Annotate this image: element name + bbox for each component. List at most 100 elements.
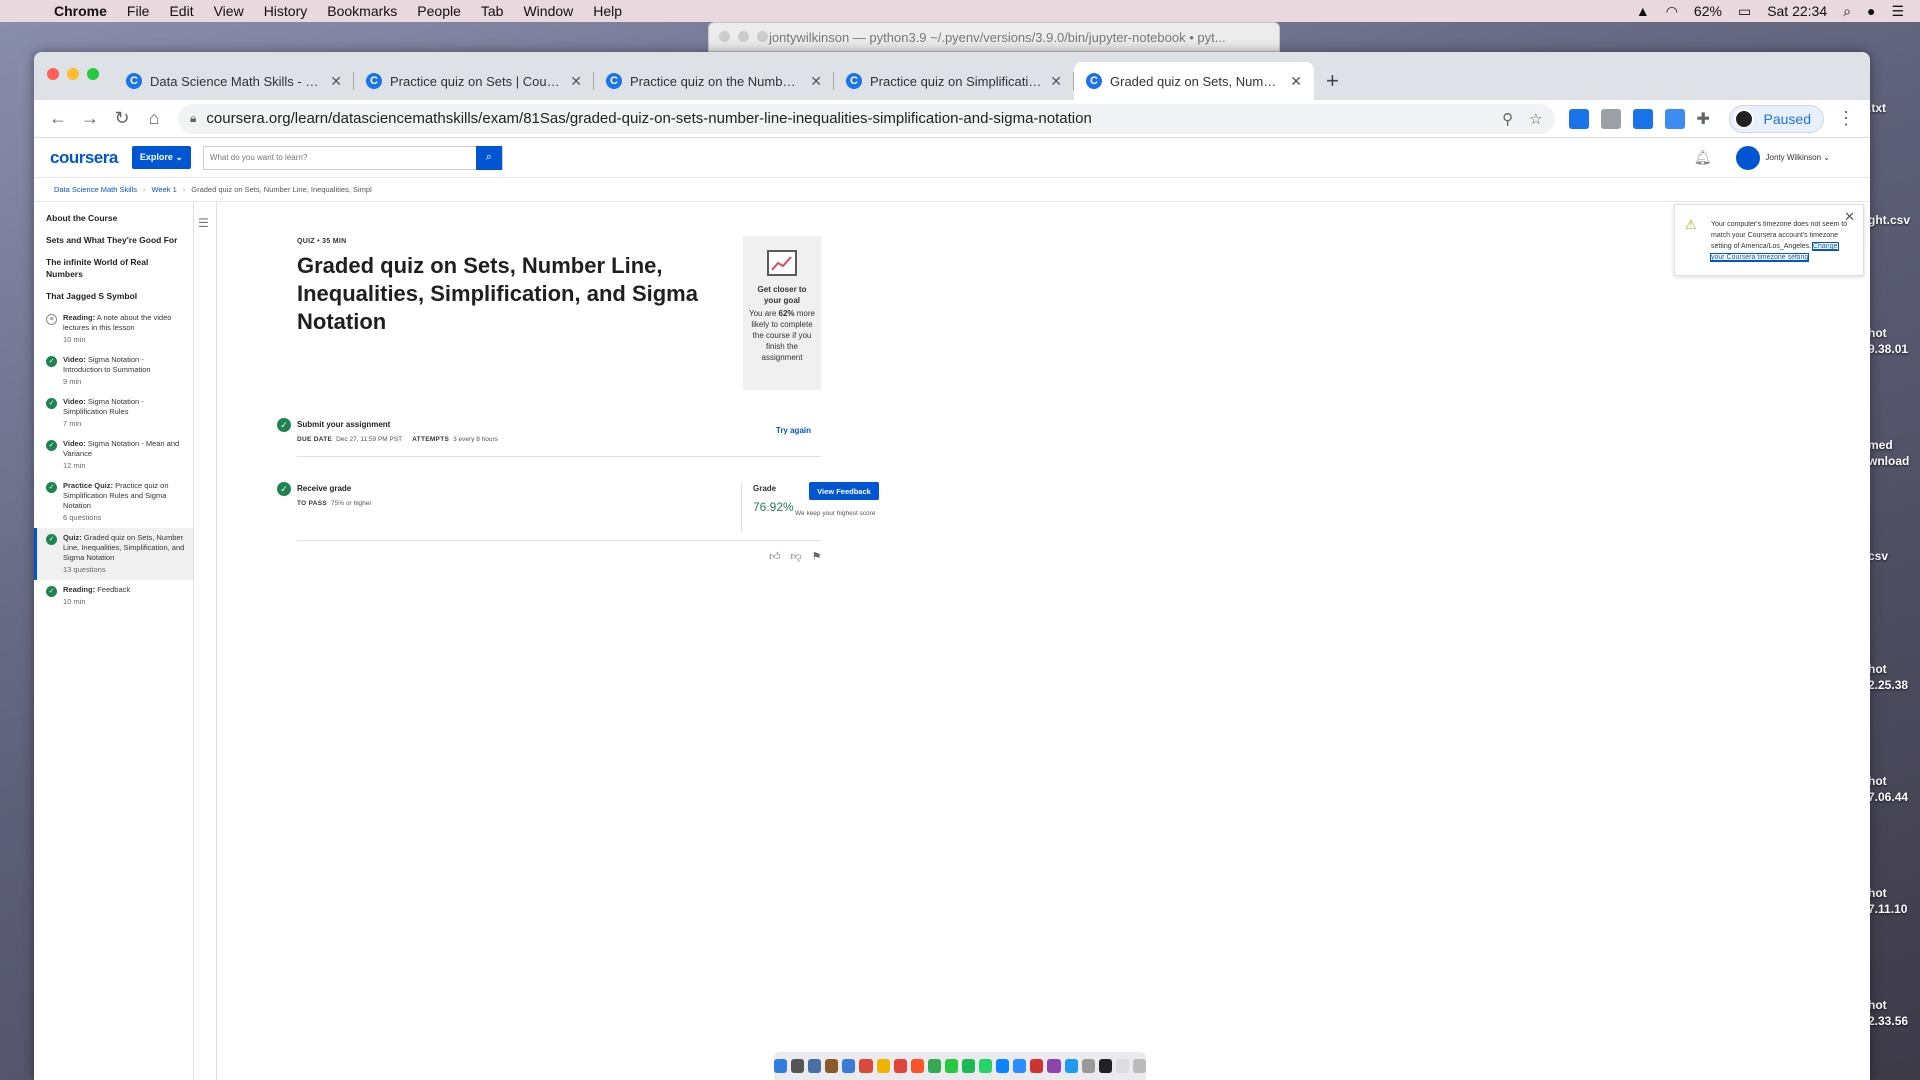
desktop-file[interactable]: hot 7.06.44 (1868, 773, 1920, 805)
close-tab-icon[interactable]: ✕ (810, 73, 822, 90)
desktop-file[interactable]: csv (1868, 548, 1920, 564)
control-center-icon[interactable]: ☰ (1891, 3, 1904, 20)
triangle-status-icon[interactable]: ▲ (1636, 3, 1650, 19)
flag-icon[interactable]: ⚑ (812, 550, 822, 563)
notification-bell-icon[interactable]: 🔔︎ (1694, 149, 1712, 166)
brave-icon[interactable] (910, 1059, 924, 1073)
back-button[interactable]: ← (42, 103, 74, 135)
app-icon[interactable] (1081, 1059, 1095, 1073)
sidebar-item[interactable]: ≡ Reading: A note about the video lectur… (34, 308, 193, 350)
menu-file[interactable]: File (127, 3, 150, 19)
close-window-button[interactable] (47, 68, 59, 80)
close-tab-icon[interactable]: ✕ (330, 73, 342, 90)
profile-button[interactable]: Paused (1728, 104, 1824, 133)
app-icon[interactable] (808, 1059, 822, 1073)
table-of-contents-icon[interactable]: ☰ (198, 216, 209, 230)
menu-history[interactable]: History (264, 3, 308, 19)
wifi-icon[interactable]: ◠ (1666, 3, 1678, 20)
menu-people[interactable]: People (417, 3, 461, 19)
app-icon[interactable] (944, 1059, 958, 1073)
close-tab-icon[interactable]: ✕ (1290, 73, 1302, 90)
menu-tab[interactable]: Tab (481, 3, 504, 19)
extension-icon[interactable] (1632, 108, 1653, 129)
sidebar-item[interactable]: ✓ Video: Sigma Notation - Introduction t… (34, 350, 193, 392)
browser-tab[interactable]: C Practice quiz on the Number Li ✕ (594, 62, 834, 100)
desktop-file[interactable]: .txt (1868, 100, 1920, 116)
lock-icon[interactable]: 🔒︎ (190, 111, 196, 126)
forward-button[interactable]: → (74, 103, 106, 135)
app-icon[interactable] (1047, 1059, 1061, 1073)
address-bar[interactable]: 🔒︎ coursera.org/learn/datasciencemathski… (178, 103, 1555, 134)
battery-percent[interactable]: 62% (1694, 3, 1722, 19)
app-icon[interactable] (859, 1059, 873, 1073)
desktop-file[interactable]: hot 2.33.56 (1868, 997, 1920, 1029)
avatar[interactable] (1735, 145, 1760, 170)
browser-tab[interactable]: C Data Science Math Skills - Wel ✕ (114, 62, 354, 100)
reload-button[interactable]: ↻ (106, 103, 138, 135)
menu-view[interactable]: View (214, 3, 244, 19)
app-icon[interactable] (876, 1059, 890, 1073)
sidebar-item[interactable]: ✓ Practice Quiz: Practice quiz on Simpli… (34, 476, 193, 528)
app-icon[interactable] (996, 1059, 1010, 1073)
chrome-icon[interactable] (927, 1059, 941, 1073)
minimize-window-button[interactable] (67, 68, 79, 80)
browser-tab[interactable]: C Practice quiz on Simplification ✕ (834, 62, 1074, 100)
puzzle-extensions-icon[interactable]: ✚ (1697, 109, 1717, 129)
desktop-file[interactable]: hot 2.25.38 (1868, 661, 1920, 693)
sidebar-item[interactable]: ✓ Video: Sigma Notation - Simplification… (34, 392, 193, 434)
bookmark-star-icon[interactable]: ☆ (1529, 110, 1542, 128)
sidebar-section-about[interactable]: About the Course (34, 202, 193, 224)
menu-help[interactable]: Help (593, 3, 622, 19)
search-icon[interactable]: ⌕ (1843, 3, 1851, 20)
close-tab-icon[interactable]: ✕ (570, 73, 582, 90)
new-tab-button[interactable]: + (1314, 62, 1351, 100)
terminal-icon[interactable] (1098, 1059, 1112, 1073)
search-button[interactable]: ⌕ (475, 145, 502, 170)
search-input[interactable] (203, 146, 476, 169)
thumbs-up-icon[interactable]: 👍︎ (769, 550, 781, 563)
app-icon[interactable] (893, 1059, 907, 1073)
sidebar-item[interactable]: ✓ Reading: Feedback 10 min (34, 580, 193, 612)
view-feedback-button[interactable]: View Feedback (809, 482, 879, 500)
breadcrumb-week[interactable]: Week 1 (151, 185, 176, 194)
sidebar-section-sets[interactable]: Sets and What They're Good For (34, 224, 193, 246)
extension-icon[interactable] (1600, 108, 1621, 129)
chrome-menu-icon[interactable]: ⋮ (1830, 103, 1862, 135)
app-icon[interactable] (842, 1059, 856, 1073)
close-icon[interactable]: ✕ (1844, 210, 1855, 223)
desktop-file[interactable]: hot 7.11.10 (1868, 885, 1920, 917)
spotify-icon[interactable] (962, 1059, 976, 1073)
coursera-logo[interactable]: coursera (50, 148, 118, 168)
close-tab-icon[interactable]: ✕ (1050, 73, 1062, 90)
sidebar-item-current[interactable]: ✓ Quiz: Graded quiz on Sets, Number Line… (34, 528, 193, 580)
app-icon[interactable] (1064, 1059, 1078, 1073)
menu-edit[interactable]: Edit (169, 3, 193, 19)
clock[interactable]: Sat 22:34 (1767, 3, 1827, 19)
url-text[interactable]: coursera.org/learn/datasciencemathskills… (206, 110, 1502, 127)
app-icon[interactable] (1030, 1059, 1044, 1073)
extension-icon[interactable] (1664, 108, 1685, 129)
breadcrumb-course[interactable]: Data Science Math Skills (54, 185, 137, 194)
zoom-icon[interactable]: ⚲ (1502, 110, 1513, 128)
home-button[interactable]: ⌂ (138, 103, 170, 135)
siri-icon[interactable]: ● (1867, 3, 1875, 19)
maximize-window-button[interactable] (87, 68, 99, 80)
extension-icon[interactable] (1568, 108, 1589, 129)
whatsapp-icon[interactable] (979, 1059, 993, 1073)
menu-bookmarks[interactable]: Bookmarks (327, 3, 397, 19)
finder-icon[interactable] (773, 1059, 788, 1073)
browser-tab[interactable]: C Practice quiz on Sets | Coursera ✕ (354, 62, 594, 100)
try-again-link[interactable]: Try again (776, 426, 811, 435)
battery-icon[interactable]: ▭ (1738, 3, 1751, 20)
terminal-window[interactable]: jontywilkinson — python3.9 ~/.pyenv/vers… (708, 22, 1280, 52)
user-menu[interactable]: Jonty Wilkinson ⌄ (1766, 153, 1831, 162)
desktop-file[interactable]: hot 9.38.01 (1868, 325, 1920, 357)
folder-icon[interactable] (1115, 1059, 1129, 1073)
menu-app-name[interactable]: Chrome (54, 3, 107, 19)
sidebar-section-sigma[interactable]: That Jagged S Symbol (34, 280, 193, 308)
browser-tab-active[interactable]: C Graded quiz on Sets, Number L ✕ (1074, 62, 1314, 100)
explore-button[interactable]: Explore ⌄ (131, 146, 191, 169)
sidebar-section-real-numbers[interactable]: The infinite World of Real Numbers (34, 246, 193, 280)
menu-window[interactable]: Window (523, 3, 573, 19)
app-icon[interactable] (825, 1059, 839, 1073)
